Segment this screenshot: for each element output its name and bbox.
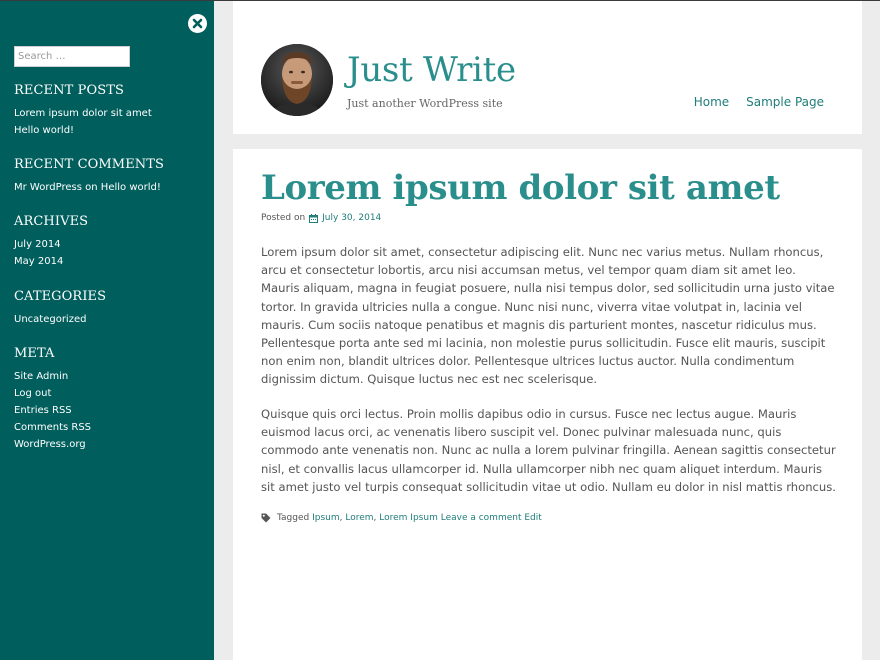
- widget-recent-posts: Recent Posts Lorem ipsum dolor sit amet …: [14, 83, 209, 139]
- post-article: Lorem ipsum dolor sit amet Posted on Jul…: [233, 149, 862, 660]
- comment-connector: on: [85, 182, 98, 193]
- close-sidebar-button[interactable]: [188, 14, 207, 33]
- archive-link[interactable]: May 2014: [14, 256, 63, 267]
- widget-title-meta: Meta: [14, 346, 55, 361]
- site-header: Just Write Just another WordPress site H…: [233, 1, 862, 134]
- widget-title-archives: Archives: [14, 214, 89, 229]
- post-footer: Tagged Ipsum, Lorem, Lorem Ipsum Leave a…: [261, 513, 542, 523]
- posted-on-label: Posted on: [261, 213, 306, 223]
- avatar[interactable]: [261, 44, 333, 116]
- edit-post-link[interactable]: Edit: [524, 513, 541, 523]
- category-link[interactable]: Uncategorized: [14, 314, 86, 325]
- post-title[interactable]: Lorem ipsum dolor sit amet: [261, 167, 780, 209]
- recent-post-link[interactable]: Lorem ipsum dolor sit amet: [14, 108, 152, 119]
- nav-item-home[interactable]: Home: [694, 95, 729, 109]
- tag-link-ipsum[interactable]: Ipsum: [312, 513, 340, 523]
- tagged-label: Tagged: [277, 513, 310, 523]
- widget-title-categories: Categories: [14, 289, 107, 304]
- comment-author-link[interactable]: Mr WordPress: [14, 182, 82, 193]
- site-description: Just another WordPress site: [347, 97, 503, 110]
- comment-post-link[interactable]: Hello world!: [101, 182, 161, 193]
- post-paragraph: Quisque quis orci lectus. Proin mollis d…: [261, 407, 836, 494]
- widget-recent-comments: Recent Comments Mr WordPress on Hello wo…: [14, 157, 209, 196]
- widget-meta: Meta Site Admin Log out Entries RSS Comm…: [14, 346, 209, 453]
- post-date-link[interactable]: July 30, 2014: [322, 213, 381, 223]
- avatar-portrait-image: [261, 44, 333, 116]
- site-title[interactable]: Just Write: [347, 49, 516, 91]
- tag-separator: ,: [373, 513, 377, 523]
- widget-archives: Archives July 2014 May 2014: [14, 214, 209, 270]
- tag-link-lorem[interactable]: Lorem: [345, 513, 373, 523]
- main-navigation: Home Sample Page: [694, 95, 824, 109]
- search-input[interactable]: [14, 46, 130, 67]
- widget-title-recent-posts: Recent Posts: [14, 83, 124, 98]
- tag-separator: ,: [339, 513, 343, 523]
- widget-title-recent-comments: Recent Comments: [14, 157, 165, 172]
- meta-link-entries-rss[interactable]: Entries RSS: [14, 405, 72, 416]
- archive-link[interactable]: July 2014: [14, 239, 61, 250]
- post-paragraph: Lorem ipsum dolor sit amet, consectetur …: [261, 245, 835, 387]
- meta-link-comments-rss[interactable]: Comments RSS: [14, 422, 91, 433]
- close-icon: [192, 18, 203, 29]
- meta-link-wordpress-org[interactable]: WordPress.org: [14, 439, 86, 450]
- post-meta: Posted on July 30, 2014: [261, 213, 381, 223]
- meta-link-log-out[interactable]: Log out: [14, 388, 51, 399]
- meta-link-site-admin[interactable]: Site Admin: [14, 371, 68, 382]
- recent-post-link[interactable]: Hello world!: [14, 125, 74, 136]
- widget-categories: Categories Uncategorized: [14, 289, 209, 328]
- nav-item-sample-page[interactable]: Sample Page: [746, 95, 824, 109]
- tag-link-lorem-ipsum[interactable]: Lorem Ipsum: [379, 513, 438, 523]
- leave-comment-link[interactable]: Leave a comment: [441, 513, 522, 523]
- tag-icon: [261, 513, 271, 523]
- calendar-icon: [309, 213, 319, 223]
- sidebar: Recent Posts Lorem ipsum dolor sit amet …: [0, 1, 214, 660]
